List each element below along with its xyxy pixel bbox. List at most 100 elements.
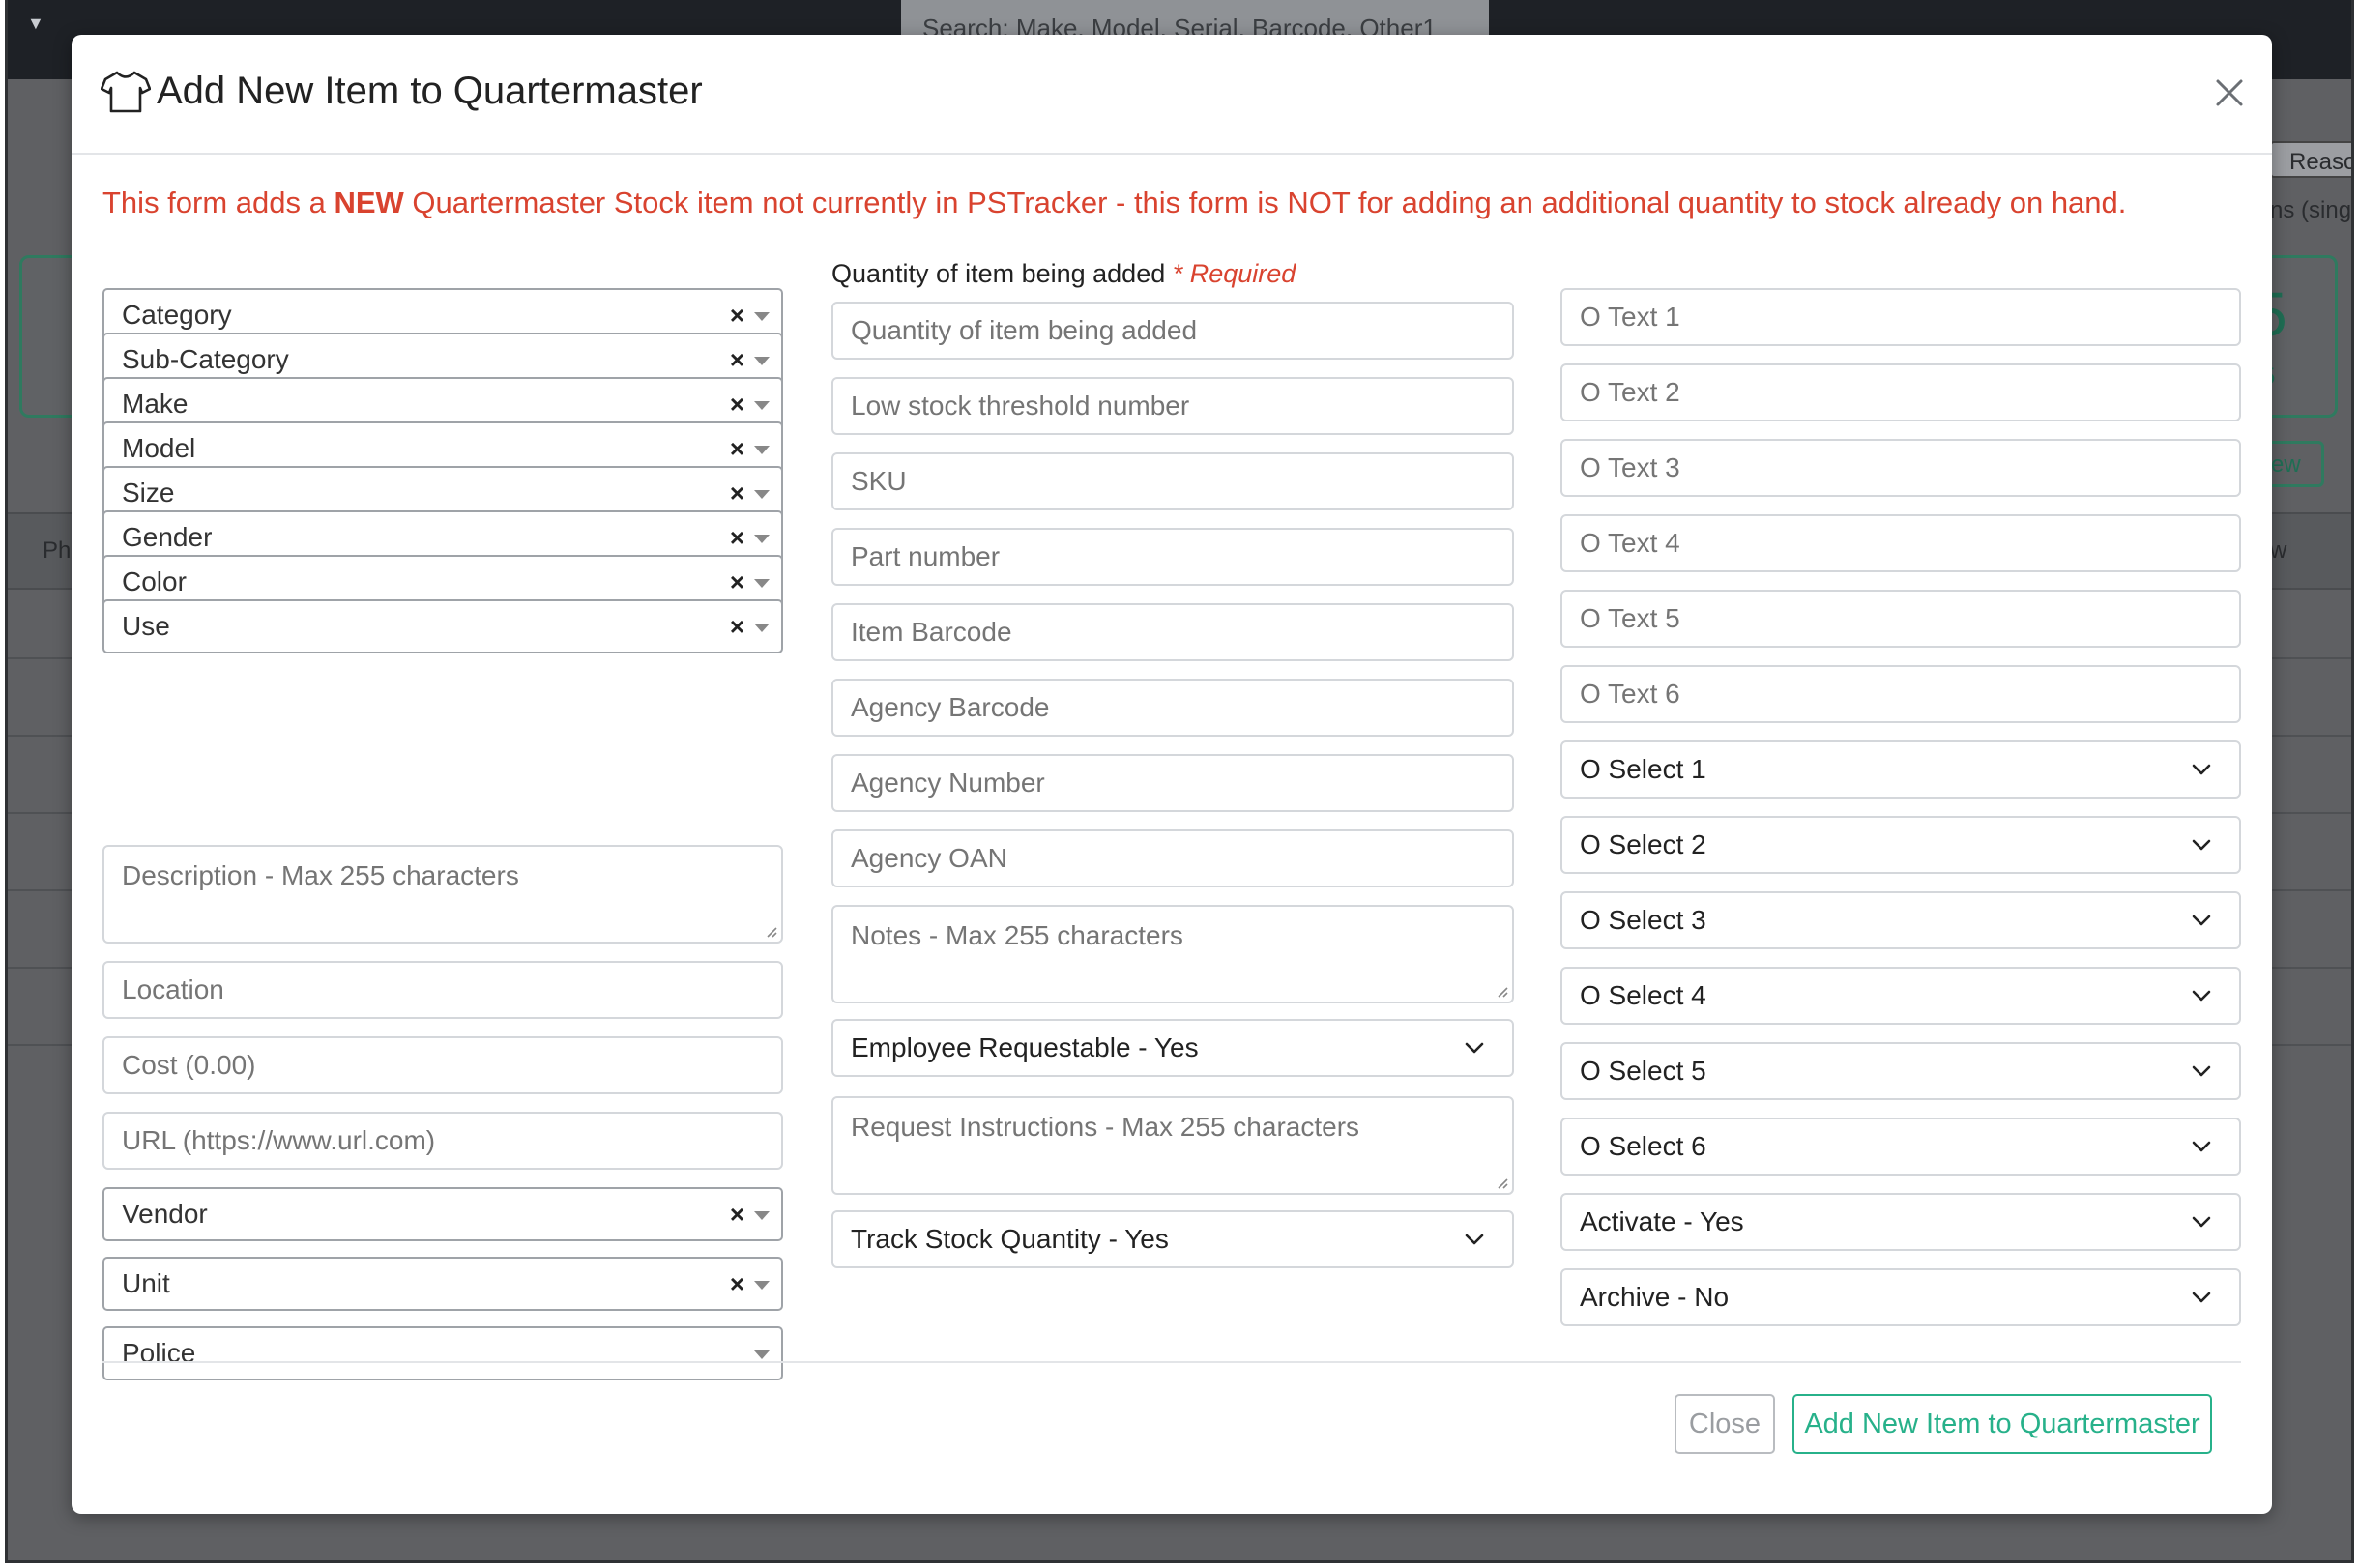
part-number-placeholder: Part number — [851, 541, 1001, 571]
otext-5-placeholder: O Text 5 — [1580, 603, 1680, 633]
notes-textarea[interactable]: Notes - Max 255 characters — [831, 905, 1514, 1003]
location-placeholder: Location — [122, 974, 224, 1004]
vendor-select-value: Vendor — [122, 1199, 208, 1229]
activate-select[interactable]: Activate - Yes — [1560, 1193, 2241, 1251]
gender-select-value: Gender — [122, 522, 213, 552]
otext-4-placeholder: O Text 4 — [1580, 528, 1680, 558]
agency-oan-input[interactable]: Agency OAN — [831, 829, 1514, 887]
vendor-select[interactable]: Vendor × — [102, 1187, 783, 1241]
otext-2-input[interactable]: O Text 2 — [1560, 363, 2241, 421]
category-select-value: Category — [122, 300, 232, 330]
agency-barcode-placeholder: Agency Barcode — [851, 692, 1050, 722]
oselect-6[interactable]: O Select 6 — [1560, 1118, 2241, 1176]
chevron-down-icon — [1465, 1234, 1484, 1245]
agency-number-input[interactable]: Agency Number — [831, 754, 1514, 812]
otext-6-placeholder: O Text 6 — [1580, 679, 1680, 709]
description-textarea[interactable]: Description - Max 255 characters — [102, 845, 783, 944]
chevron-down-icon — [2192, 1292, 2211, 1303]
caret-down-icon — [754, 535, 770, 543]
use-select[interactable]: Use × — [102, 599, 783, 653]
make-select-value: Make — [122, 389, 189, 419]
oselect-1[interactable]: O Select 1 — [1560, 740, 2241, 799]
caret-down-icon — [754, 312, 770, 321]
resize-grip-icon[interactable] — [1493, 982, 1508, 998]
add-item-button[interactable]: Add New Item to Quartermaster — [1792, 1394, 2212, 1454]
low-stock-threshold-input[interactable]: Low stock threshold number — [831, 377, 1514, 435]
quantity-label-text: Quantity of item being added — [831, 259, 1166, 288]
location-input[interactable]: Location — [102, 961, 783, 1019]
caret-down-icon — [754, 401, 770, 410]
caret-down-icon — [754, 1281, 770, 1290]
oselect-2-value: O Select 2 — [1580, 829, 1706, 859]
low-stock-placeholder: Low stock threshold number — [851, 391, 1190, 421]
background-column-header: Ph — [43, 537, 72, 564]
caret-down-icon — [754, 579, 770, 588]
resize-grip-icon[interactable] — [1493, 1174, 1508, 1189]
background-column-header: w — [2270, 537, 2287, 564]
oselect-3-value: O Select 3 — [1580, 905, 1706, 935]
department-select[interactable]: Police — [102, 1326, 783, 1380]
caret-down-icon — [754, 490, 770, 499]
oselect-4[interactable]: O Select 4 — [1560, 967, 2241, 1025]
employee-requestable-select[interactable]: Employee Requestable - Yes — [831, 1019, 1514, 1077]
oselect-2[interactable]: O Select 2 — [1560, 816, 2241, 874]
caret-down-icon — [754, 446, 770, 454]
clear-icon[interactable]: × — [730, 1259, 744, 1309]
unit-select-value: Unit — [122, 1268, 170, 1298]
agency-barcode-input[interactable]: Agency Barcode — [831, 679, 1514, 737]
warning-text-end: Quartermaster Stock item not currently i… — [403, 186, 2127, 219]
otext-2-placeholder: O Text 2 — [1580, 377, 1680, 407]
notes-placeholder: Notes - Max 255 characters — [851, 920, 1183, 950]
quantity-label: Quantity of item being added * Required — [831, 259, 1296, 289]
chevron-down-icon — [2192, 1216, 2211, 1228]
modal-title: Add New Item to Quartermaster — [157, 70, 703, 112]
caret-down-icon — [754, 1350, 770, 1359]
otext-1-input[interactable]: O Text 1 — [1560, 288, 2241, 346]
color-select-value: Color — [122, 566, 187, 596]
add-item-modal: Add New Item to Quartermaster This form … — [72, 35, 2272, 1514]
request-instructions-textarea[interactable]: Request Instructions - Max 255 character… — [831, 1096, 1514, 1195]
quantity-placeholder: Quantity of item being added — [851, 315, 1198, 345]
archive-value: Archive - No — [1580, 1282, 1730, 1312]
otext-4-input[interactable]: O Text 4 — [1560, 514, 2241, 572]
required-indicator: * Required — [1172, 259, 1296, 288]
chevron-down-icon — [2192, 764, 2211, 775]
oselect-3[interactable]: O Select 3 — [1560, 891, 2241, 949]
unit-select[interactable]: Unit × — [102, 1257, 783, 1311]
chevron-down-icon — [2192, 1065, 2211, 1077]
oselect-1-value: O Select 1 — [1580, 754, 1706, 784]
resize-grip-icon[interactable] — [762, 922, 777, 938]
clear-icon[interactable]: × — [730, 601, 744, 652]
oselect-4-value: O Select 4 — [1580, 980, 1706, 1010]
caret-down-icon — [754, 1211, 770, 1220]
oselect-5[interactable]: O Select 5 — [1560, 1042, 2241, 1100]
chevron-down-icon — [1465, 1042, 1484, 1054]
sku-input[interactable]: SKU — [831, 452, 1514, 510]
sub-category-select-value: Sub-Category — [122, 344, 289, 374]
cost-input[interactable]: Cost (0.00) — [102, 1036, 783, 1094]
otext-3-input[interactable]: O Text 3 — [1560, 439, 2241, 497]
otext-5-input[interactable]: O Text 5 — [1560, 590, 2241, 648]
item-barcode-input[interactable]: Item Barcode — [831, 603, 1514, 661]
track-stock-select[interactable]: Track Stock Quantity - Yes — [831, 1210, 1514, 1268]
chevron-down-icon — [2192, 990, 2211, 1002]
part-number-input[interactable]: Part number — [831, 528, 1514, 586]
model-select-value: Model — [122, 433, 196, 463]
clear-icon[interactable]: × — [730, 1189, 744, 1239]
otext-6-input[interactable]: O Text 6 — [1560, 665, 2241, 723]
caret-down-icon — [754, 624, 770, 632]
close-icon[interactable] — [2210, 73, 2249, 112]
tshirt-icon — [101, 71, 151, 113]
item-barcode-placeholder: Item Barcode — [851, 617, 1012, 647]
background-reason-button: Reaso — [2270, 141, 2351, 178]
agency-number-placeholder: Agency Number — [851, 768, 1045, 798]
warning-text-emphasis: NEW — [334, 186, 404, 219]
warning-text-start: This form adds a — [102, 186, 335, 219]
archive-select[interactable]: Archive - No — [1560, 1268, 2241, 1326]
close-button[interactable]: Close — [1675, 1394, 1775, 1454]
warning-message: This form adds a NEW Quartermaster Stock… — [102, 186, 2249, 220]
quantity-input[interactable]: Quantity of item being added — [831, 302, 1514, 360]
background-text: ns (sing — [2270, 197, 2351, 223]
caret-down-icon — [754, 357, 770, 365]
url-input[interactable]: URL (https://www.url.com) — [102, 1112, 783, 1170]
